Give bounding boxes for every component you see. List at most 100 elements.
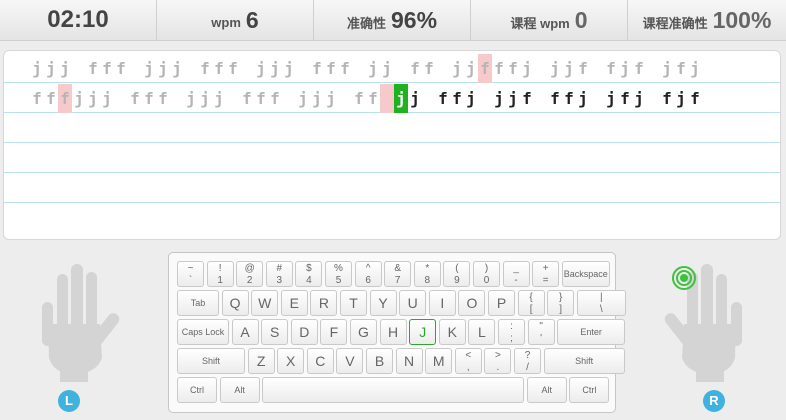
character: j xyxy=(452,59,462,78)
key-label: N xyxy=(404,353,415,369)
key-label: A xyxy=(240,324,250,340)
key-base-label: . xyxy=(496,362,500,373)
key-d[interactable]: D xyxy=(290,319,318,345)
character: j xyxy=(144,59,154,78)
key-ctrl[interactable]: Ctrl xyxy=(569,377,610,403)
text-line xyxy=(4,174,780,203)
key-l[interactable]: L xyxy=(468,319,496,345)
character: j xyxy=(284,59,294,78)
character: f xyxy=(564,89,574,108)
key-c[interactable]: C xyxy=(306,348,334,374)
character: f xyxy=(522,89,532,108)
key-t[interactable]: T xyxy=(340,290,367,316)
key-5[interactable]: % 5 xyxy=(325,261,352,287)
key-m[interactable]: M xyxy=(425,348,453,374)
key-1[interactable]: ! 1 xyxy=(206,261,234,287)
key-a[interactable]: A xyxy=(231,319,259,345)
key-w[interactable]: W xyxy=(251,290,279,316)
character: f xyxy=(32,89,42,108)
character: f xyxy=(368,89,378,108)
key-i[interactable]: I xyxy=(428,290,456,316)
key-`[interactable]: ~ ` xyxy=(177,261,204,287)
key-e[interactable]: E xyxy=(280,290,308,316)
character: j xyxy=(382,59,392,78)
character: j xyxy=(102,89,112,108)
right-hand-icon xyxy=(664,264,742,382)
key-z[interactable]: Z xyxy=(247,348,275,374)
key-,[interactable]: <, xyxy=(454,348,482,374)
key-p[interactable]: P xyxy=(488,290,515,316)
key-][interactable]: }] xyxy=(547,290,575,316)
key-shift-label: : xyxy=(510,321,513,332)
key-'[interactable]: " ' xyxy=(527,319,555,345)
course-wpm-label: 课程 wpm xyxy=(510,16,570,31)
key-j[interactable]: J xyxy=(409,319,437,345)
key-r[interactable]: R xyxy=(310,290,338,316)
key-g[interactable]: G xyxy=(350,319,377,345)
key-o[interactable]: O xyxy=(458,290,486,316)
key-y[interactable]: Y xyxy=(369,290,397,316)
text-line-content: fffjjjfffjjjfffjjjff jjffjjjfffjjfjfjf xyxy=(4,84,780,113)
key-k[interactable]: K xyxy=(438,319,466,345)
accuracy-stat: 准确性 96% xyxy=(314,0,471,40)
key-b[interactable]: B xyxy=(366,348,393,374)
key-shift[interactable]: Shift xyxy=(177,348,245,374)
key-space[interactable] xyxy=(262,377,525,403)
key-/[interactable]: ? / xyxy=(514,348,541,374)
typing-panel[interactable]: jjjfffjjjfffjjjfffjjffjjfffjjjffjfjfjfff… xyxy=(3,50,781,240)
key-label: Shift xyxy=(201,356,220,366)
key-8[interactable]: * 8 xyxy=(413,261,441,287)
character: f xyxy=(242,89,252,108)
key-\[interactable]: | \ xyxy=(576,290,626,316)
key-q[interactable]: Q xyxy=(221,290,249,316)
key-shift-label: * xyxy=(425,263,430,274)
key-caps-lock[interactable]: Caps Lock xyxy=(177,319,229,345)
character: j xyxy=(298,89,308,108)
key-label: J xyxy=(419,324,427,340)
key-backspace[interactable]: Backspace xyxy=(561,261,610,287)
character: j xyxy=(74,89,84,108)
key-s[interactable]: S xyxy=(261,319,289,345)
key-x[interactable]: X xyxy=(277,348,305,374)
error-character xyxy=(380,84,394,113)
key-v[interactable]: V xyxy=(336,348,364,374)
character: j xyxy=(60,59,70,78)
key-7[interactable]: & 7 xyxy=(384,261,412,287)
key-[[interactable]: {[ xyxy=(517,290,545,316)
key-shift-label: ~ xyxy=(187,263,194,274)
key-ctrl[interactable]: Ctrl xyxy=(177,377,217,403)
character: f xyxy=(662,89,672,108)
key-alt[interactable]: Alt xyxy=(526,377,567,403)
current-character: j xyxy=(394,84,408,113)
key-6[interactable]: ^ 6 xyxy=(354,261,382,287)
right-hand-badge: R xyxy=(703,390,725,412)
key-4[interactable]: $4 xyxy=(295,261,323,287)
key-2[interactable]: @2 xyxy=(236,261,264,287)
key-f[interactable]: F xyxy=(320,319,348,345)
key-u[interactable]: U xyxy=(399,290,427,316)
key-shift[interactable]: Shift xyxy=(543,348,625,374)
key-3[interactable]: #3 xyxy=(265,261,293,287)
key-enter[interactable]: Enter xyxy=(557,319,626,345)
character: f xyxy=(326,59,336,78)
key-label: Alt xyxy=(541,385,553,395)
character: f xyxy=(676,59,686,78)
character: f xyxy=(620,89,630,108)
key-shift-label: # xyxy=(276,263,283,274)
key-h[interactable]: H xyxy=(379,319,407,345)
key-9[interactable]: (9 xyxy=(443,261,471,287)
character: f xyxy=(578,59,588,78)
key--[interactable]: _ - xyxy=(502,261,530,287)
character: j xyxy=(550,59,560,78)
key-=[interactable]: + = xyxy=(532,261,560,287)
key-;[interactable]: :; xyxy=(498,319,525,345)
key-0[interactable]: ) 0 xyxy=(473,261,500,287)
key-label: E xyxy=(289,295,299,311)
key-.[interactable]: >. xyxy=(484,348,512,374)
key-n[interactable]: N xyxy=(395,348,423,374)
key-tab[interactable]: Tab xyxy=(177,290,219,316)
text-line-content xyxy=(4,114,780,143)
character: j xyxy=(368,59,378,78)
character: j xyxy=(508,89,518,108)
key-alt[interactable]: Alt xyxy=(219,377,260,403)
